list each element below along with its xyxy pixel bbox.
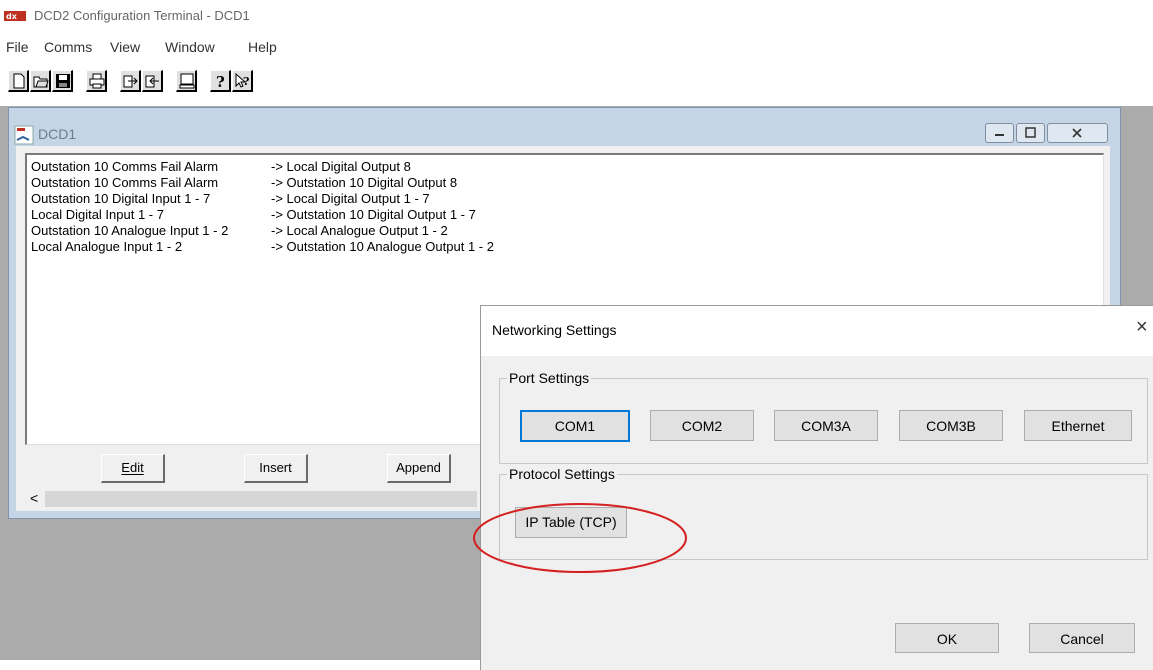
append-button[interactable]: Append [387,454,451,483]
save-icon[interactable] [52,70,73,92]
svg-text:dx: dx [6,12,18,21]
com3b-button[interactable]: COM3B [899,410,1003,441]
ethernet-button[interactable]: Ethernet [1024,410,1132,441]
com2-button[interactable]: COM2 [650,410,754,441]
list-item-target: -> Local Analogue Output 1 - 2 [271,223,448,238]
toolbar: ? ? [0,62,1153,102]
append-button-label: Append [396,460,441,475]
export-icon[interactable] [120,70,141,92]
port-settings-label: Port Settings [507,370,592,386]
close-icon[interactable]: × [1136,317,1148,337]
new-file-icon[interactable] [8,70,29,92]
menu-file[interactable]: File [6,39,29,55]
context-help-icon[interactable]: ? [232,70,253,92]
close-button[interactable] [1047,123,1108,143]
list-item-source: Outstation 10 Comms Fail Alarm [31,159,219,174]
insert-button-label: Insert [259,460,292,475]
app-logo-icon: dx [4,11,26,21]
insert-button[interactable]: Insert [244,454,308,483]
document-icon [14,125,34,145]
menu-comms[interactable]: Comms [44,39,92,55]
minimize-icon [995,134,1004,136]
list-item-source: Local Analogue Input 1 - 2 [31,239,183,254]
list-item-source: Local Digital Input 1 - 7 [31,207,164,222]
menu-help[interactable]: Help [248,39,277,55]
scroll-left-icon[interactable]: < [30,490,38,506]
dialog-title: Networking Settings [492,322,617,338]
com3a-button[interactable]: COM3A [774,410,878,441]
svg-text:?: ? [243,75,249,88]
svg-text:?: ? [216,73,225,89]
list-item-source: Outstation 10 Analogue Input 1 - 2 [31,223,229,238]
list-item-source: Outstation 10 Comms Fail Alarm [31,175,219,190]
terminal-icon[interactable] [176,70,197,92]
print-icon[interactable] [86,70,107,92]
open-file-icon[interactable] [30,70,51,92]
help-icon[interactable]: ? [210,70,231,92]
menu-window[interactable]: Window [165,39,215,55]
menu-view[interactable]: View [110,39,140,55]
import-icon[interactable] [142,70,163,92]
com1-button[interactable]: COM1 [520,410,630,442]
edit-button-label: Edit [121,460,144,475]
list-item-target: -> Outstation 10 Digital Output 8 [271,175,458,190]
mdi-top-border [0,103,1153,106]
cancel-button[interactable]: Cancel [1029,623,1135,653]
list-item-target: -> Outstation 10 Analogue Output 1 - 2 [271,239,494,254]
list-item-target: -> Local Digital Output 1 - 7 [271,191,430,206]
list-item-target: -> Outstation 10 Digital Output 1 - 7 [271,207,476,222]
protocol-settings-label: Protocol Settings [507,466,617,482]
annotation-circle [473,503,687,573]
minimize-button[interactable] [985,123,1014,143]
ok-button[interactable]: OK [895,623,999,653]
list-item-source: Outstation 10 Digital Input 1 - 7 [31,191,211,206]
list-item-target: -> Local Digital Output 8 [271,159,411,174]
close-icon [1072,128,1082,138]
restore-button[interactable] [1016,123,1045,143]
menu-bar: File Comms View Window Help [0,34,1153,60]
restore-icon [1025,127,1036,138]
child-window-title: DCD1 [38,126,77,142]
edit-button[interactable]: Edit [101,454,165,483]
app-title: DCD2 Configuration Terminal - DCD1 [34,8,250,23]
scrollbar-track[interactable] [45,491,477,507]
